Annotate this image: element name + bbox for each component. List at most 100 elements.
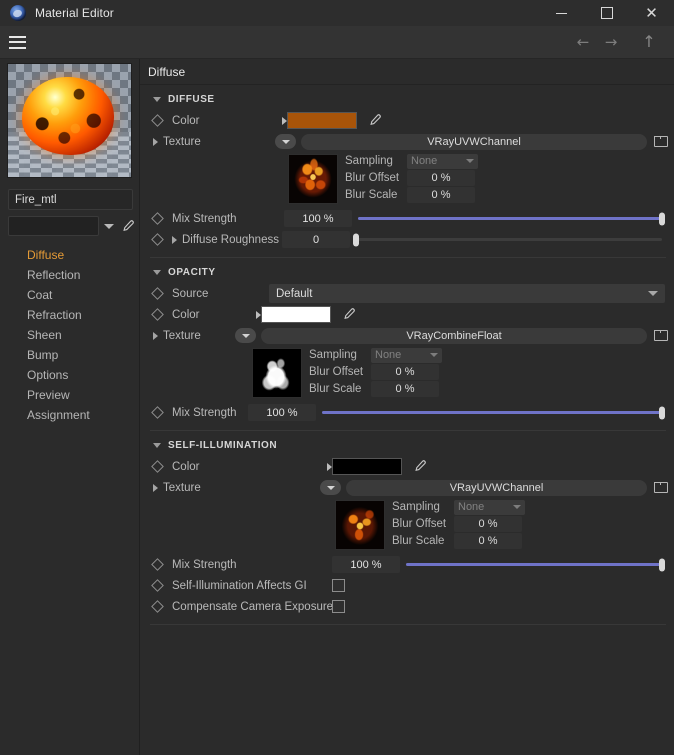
opacity-source-select[interactable]: Default: [269, 284, 665, 303]
opacity-sampling-select[interactable]: None: [371, 347, 442, 363]
opacity-blur-scale-input[interactable]: 0 %: [371, 381, 439, 397]
material-name-field[interactable]: Fire_mtl: [8, 189, 133, 210]
diffuse-mix-strength-input[interactable]: 100 %: [284, 210, 352, 227]
texture-type-dropdown[interactable]: [275, 134, 296, 149]
self-illumination-texture-thumbnail[interactable]: [335, 500, 385, 550]
slider-knob[interactable]: [659, 406, 665, 419]
sidebar-item-reflection[interactable]: Reflection: [0, 265, 139, 285]
sidebar-item-assignment[interactable]: Assignment: [0, 405, 139, 425]
arrow-right-icon[interactable]: →: [598, 29, 624, 55]
self-illumination-texture-fields: Sampling None Blur Offset 0 % Blur Scale: [392, 499, 525, 549]
animate-key-icon[interactable]: [151, 460, 164, 473]
opacity-texture-combo: VRayCombineFloat: [235, 327, 668, 344]
self-illumination-blur-scale-input[interactable]: 0 %: [454, 533, 522, 549]
diffuse-texture-label: Texture: [163, 135, 201, 148]
opacity-texture-value[interactable]: VRayCombineFloat: [261, 327, 647, 344]
expand-right-icon[interactable]: [153, 331, 158, 340]
opacity-section: OPACITY Source Default Color Texture VRa…: [140, 261, 674, 431]
hamburger-menu-icon[interactable]: [9, 35, 26, 49]
self-illumination-mix-strength-input[interactable]: 100 %: [332, 556, 400, 573]
texture-type-dropdown[interactable]: [235, 328, 256, 343]
sidebar-item-coat[interactable]: Coat: [0, 285, 139, 305]
opacity-sampling-label: Sampling: [309, 349, 357, 361]
window-title: Material Editor: [35, 6, 114, 20]
diffuse-blur-scale-input[interactable]: 0 %: [407, 187, 475, 203]
expand-right-icon[interactable]: [172, 235, 177, 244]
self-illumination-blur-offset-input[interactable]: 0 %: [454, 516, 522, 532]
self-illumination-section-header[interactable]: SELF-ILLUMINATION: [148, 434, 668, 456]
diffuse-mix-strength-slider[interactable]: [358, 212, 665, 225]
diffuse-section-header[interactable]: DIFFUSE: [148, 88, 668, 110]
opacity-blur-offset-label: Blur Offset: [309, 366, 364, 378]
animate-key-icon[interactable]: [151, 579, 164, 592]
self-illumination-sampling-select[interactable]: None: [454, 499, 525, 515]
folder-icon[interactable]: [654, 136, 668, 147]
sidebar-item-bump[interactable]: Bump: [0, 345, 139, 365]
self-illumination-eyedropper-icon[interactable]: [411, 459, 427, 475]
slider-knob[interactable]: [659, 558, 665, 571]
sidebar-item-options[interactable]: Options: [0, 365, 139, 385]
texture-type-dropdown[interactable]: [320, 480, 341, 495]
chevron-down-icon: [153, 442, 161, 448]
material-selector-row: [8, 216, 135, 236]
opacity-blur-offset-input[interactable]: 0 %: [371, 364, 439, 380]
self-illumination-mix-strength-slider[interactable]: [406, 558, 665, 571]
diffuse-blur-offset-label: Blur Offset: [345, 172, 400, 184]
compensate-camera-exposure-row: Compensate Camera Exposure: [148, 596, 668, 617]
animate-key-icon[interactable]: [151, 600, 164, 613]
animate-key-icon[interactable]: [151, 287, 164, 300]
arrow-up-icon[interactable]: ↑: [636, 29, 662, 55]
animate-key-icon[interactable]: [151, 406, 164, 419]
sidebar-item-diffuse[interactable]: Diffuse: [0, 245, 139, 265]
navigation-buttons: ← → ↑: [570, 29, 662, 55]
chevron-down-icon[interactable]: [104, 223, 114, 229]
folder-icon[interactable]: [654, 330, 668, 341]
animate-key-icon[interactable]: [151, 308, 164, 321]
opacity-mix-strength-input[interactable]: 100 %: [248, 404, 316, 421]
diffuse-mix-strength-label: Mix Strength: [172, 212, 237, 225]
sidebar-item-refraction[interactable]: Refraction: [0, 305, 139, 325]
material-select[interactable]: [8, 216, 99, 236]
close-button[interactable]: ✕: [629, 0, 674, 26]
diffuse-texture-value[interactable]: VRayUVWChannel: [301, 133, 647, 150]
properties-scroll-area[interactable]: DIFFUSE Color Texture VRayUVWChannel Sam…: [140, 85, 674, 755]
animate-key-icon[interactable]: [151, 114, 164, 127]
sidebar-item-preview[interactable]: Preview: [0, 385, 139, 405]
eyedropper-icon[interactable]: [119, 218, 135, 234]
diffuse-color-swatch[interactable]: [287, 112, 357, 129]
expand-right-icon[interactable]: [153, 137, 158, 146]
sidebar-item-sheen[interactable]: Sheen: [0, 325, 139, 345]
slider-fill: [322, 411, 662, 414]
self-illumination-texture-value[interactable]: VRayUVWChannel: [346, 479, 647, 496]
diffuse-sampling-select[interactable]: None: [407, 153, 478, 169]
opacity-color-row: Color: [148, 304, 668, 325]
opacity-section-header[interactable]: OPACITY: [148, 261, 668, 283]
slider-knob[interactable]: [659, 212, 665, 225]
window-controls: ✕: [539, 0, 674, 26]
opacity-color-swatch[interactable]: [261, 306, 331, 323]
slider-knob[interactable]: [353, 233, 359, 246]
maximize-button[interactable]: [584, 0, 629, 26]
opacity-texture-fields: Sampling None Blur Offset 0 % Blur Scale: [309, 347, 442, 397]
animate-key-icon[interactable]: [151, 212, 164, 225]
minimize-button[interactable]: [539, 0, 584, 26]
diffuse-roughness-slider[interactable]: [353, 233, 662, 246]
arrow-left-icon[interactable]: ←: [570, 29, 596, 55]
opacity-color-label: Color: [172, 308, 200, 321]
animate-key-icon[interactable]: [151, 558, 164, 571]
diffuse-eyedropper-icon[interactable]: [366, 113, 382, 129]
opacity-texture-thumbnail[interactable]: [252, 348, 302, 398]
self-illumination-color-swatch[interactable]: [332, 458, 402, 475]
opacity-eyedropper-icon[interactable]: [340, 307, 356, 323]
expand-right-icon[interactable]: [153, 483, 158, 492]
animate-key-icon[interactable]: [151, 233, 164, 246]
diffuse-texture-thumbnail[interactable]: [288, 154, 338, 204]
folder-icon[interactable]: [654, 482, 668, 493]
compensate-camera-exposure-checkbox[interactable]: [332, 600, 345, 613]
diffuse-blur-offset-input[interactable]: 0 %: [407, 170, 475, 186]
material-preview[interactable]: [7, 63, 132, 178]
self-illumination-affects-gi-checkbox[interactable]: [332, 579, 345, 592]
diffuse-roughness-input[interactable]: 0: [282, 231, 350, 248]
opacity-mix-strength-slider[interactable]: [322, 406, 665, 419]
diffuse-roughness-label: Diffuse Roughness: [182, 233, 279, 246]
